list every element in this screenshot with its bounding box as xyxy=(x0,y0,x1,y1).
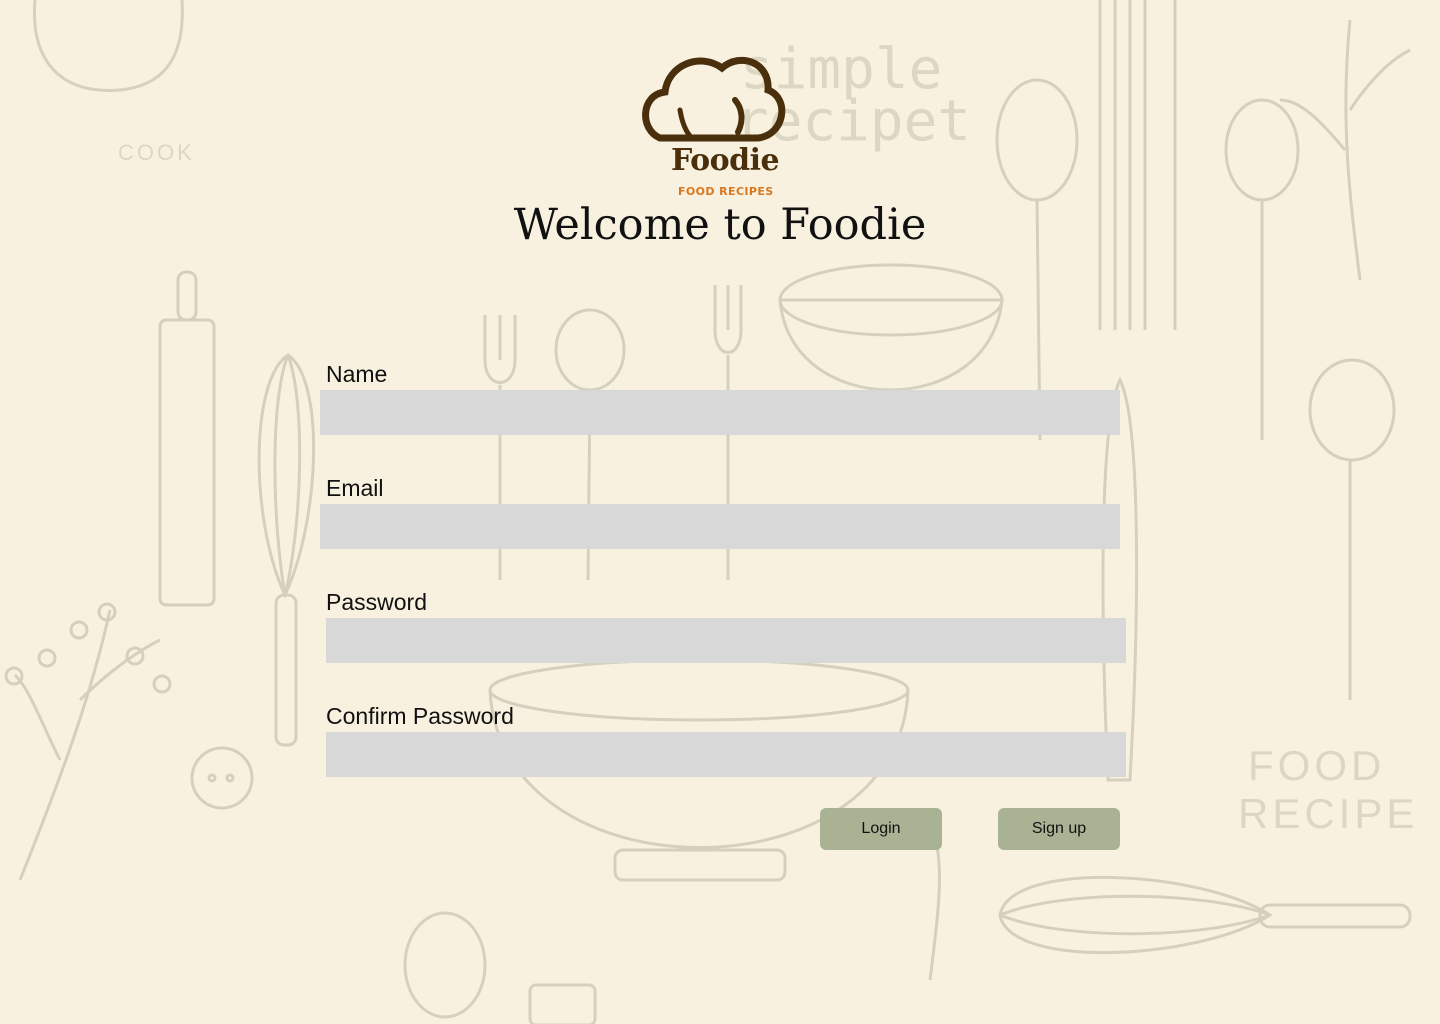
page-title: Welcome to Foodie xyxy=(513,200,927,250)
password-label: Password xyxy=(326,589,427,615)
email-input[interactable] xyxy=(320,504,1120,549)
signup-button[interactable]: Sign up xyxy=(998,808,1120,850)
bg-text-food: FOOD xyxy=(1248,742,1385,789)
confirm-password-label: Confirm Password xyxy=(326,703,514,729)
login-button[interactable]: Login xyxy=(820,808,942,850)
logo-wordmark: Foodie xyxy=(671,143,780,178)
logo-tagline: FOOD RECIPES xyxy=(678,185,774,198)
bg-text-cook: COOK xyxy=(118,140,195,165)
confirm-password-input[interactable] xyxy=(326,732,1126,777)
email-label: Email xyxy=(326,475,384,501)
bg-text-recipe: RECIPE xyxy=(1238,790,1418,837)
name-label: Name xyxy=(326,361,388,387)
password-input[interactable] xyxy=(326,618,1126,663)
name-input[interactable] xyxy=(320,390,1120,435)
